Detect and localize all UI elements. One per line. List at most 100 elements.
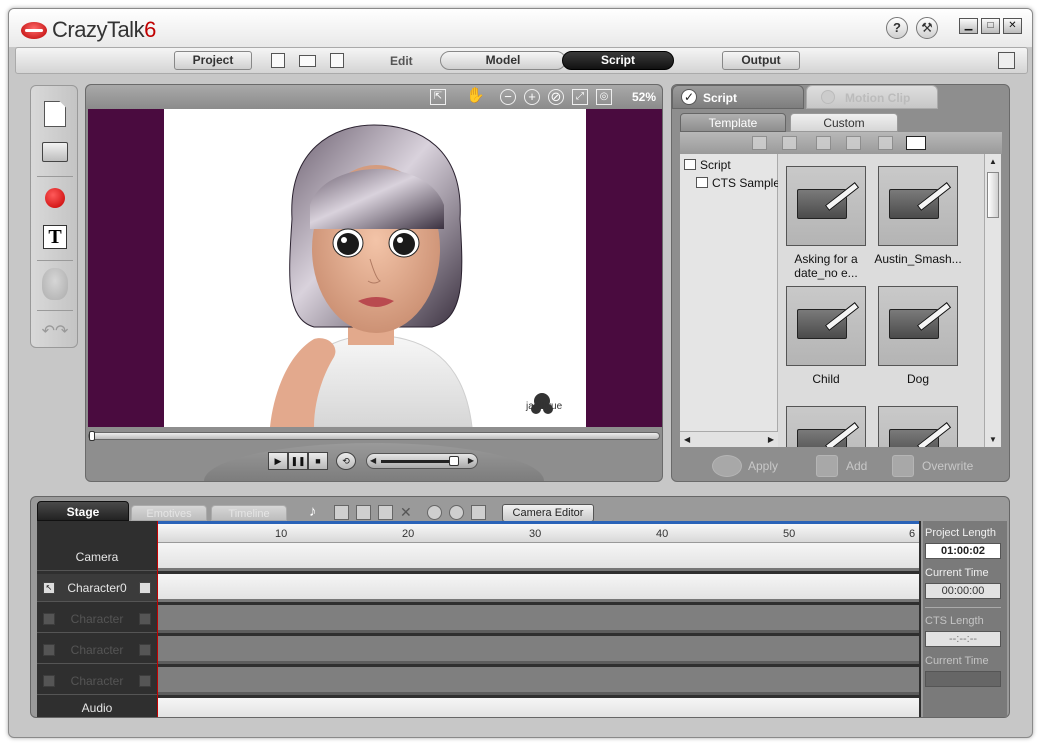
select-arrow-icon bbox=[43, 613, 55, 625]
face-puppet-tool[interactable] bbox=[39, 268, 71, 300]
track-label-character[interactable]: Character bbox=[37, 667, 157, 695]
script-button[interactable]: Script bbox=[562, 51, 674, 70]
tab-emotives[interactable]: Emotives bbox=[131, 505, 207, 521]
view-mode-icon[interactable] bbox=[906, 136, 926, 150]
music-note-icon[interactable]: ♪ bbox=[309, 504, 324, 520]
timeline-panel: Stage Emotives Timeline ♪ ✕ Camera Edito… bbox=[30, 496, 1010, 718]
scrollbar-thumb[interactable] bbox=[987, 172, 999, 218]
paste-icon[interactable] bbox=[378, 505, 393, 520]
project-button[interactable]: Project bbox=[174, 51, 252, 70]
zoom-fit-icon[interactable] bbox=[471, 505, 486, 520]
title-bar: CrazyTalk6 ? ⚒ ▁ □ ✕ bbox=[9, 9, 1032, 47]
stop-button[interactable]: ■ bbox=[308, 452, 328, 470]
loop-button[interactable]: ⟲ bbox=[336, 452, 356, 470]
help-icon[interactable]: ? bbox=[886, 17, 908, 39]
time-ruler[interactable]: 10 20 30 40 50 6 bbox=[157, 521, 919, 543]
template-thumb[interactable] bbox=[878, 166, 958, 246]
zoom-in-icon[interactable] bbox=[427, 505, 442, 520]
dice-icon[interactable] bbox=[998, 52, 1015, 69]
volume-track bbox=[381, 460, 455, 463]
paste-icon[interactable] bbox=[846, 136, 861, 150]
hand-icon[interactable]: ✋ bbox=[466, 88, 485, 105]
overwrite-button[interactable]: Overwrite bbox=[922, 459, 973, 473]
tree-item-script[interactable]: Script bbox=[684, 156, 731, 174]
template-thumb[interactable] bbox=[786, 406, 866, 447]
volume-handle[interactable] bbox=[449, 456, 459, 466]
tab-stage[interactable]: Stage bbox=[37, 501, 129, 521]
cut-icon[interactable] bbox=[334, 505, 349, 520]
stage-view[interactable]: janillyue bbox=[88, 109, 662, 428]
undo-redo-tool[interactable]: ↶ ↷ bbox=[39, 315, 71, 347]
save-icon[interactable] bbox=[330, 53, 344, 68]
head-icon bbox=[42, 268, 68, 300]
transport-controls: ▶ ❚❚ ■ ⟲ ◀ ▶ bbox=[204, 443, 544, 481]
template-thumb[interactable] bbox=[786, 166, 866, 246]
select-arrow-icon[interactable]: ↖ bbox=[43, 582, 55, 594]
record-tool[interactable] bbox=[39, 182, 71, 214]
delete-icon[interactable] bbox=[878, 136, 893, 150]
delete-icon[interactable]: ✕ bbox=[400, 505, 415, 520]
open-project-tool[interactable] bbox=[39, 136, 71, 168]
subtab-template[interactable]: Template bbox=[680, 113, 786, 132]
timing-info: Project Length 01:00:02 Current Time 00:… bbox=[923, 521, 1007, 717]
tree-scrollbar[interactable]: ◀ ▶ bbox=[680, 431, 778, 447]
track-label-character[interactable]: Character bbox=[37, 636, 157, 664]
mode-bar: Project Edit Model Script Output bbox=[15, 47, 1028, 74]
track-camera[interactable] bbox=[157, 543, 919, 571]
pause-button[interactable]: ❚❚ bbox=[288, 452, 308, 470]
template-thumb[interactable] bbox=[878, 406, 958, 447]
tab-motion-clip[interactable]: Motion Clip bbox=[806, 85, 938, 109]
preview-scrubber[interactable] bbox=[88, 431, 660, 441]
track-audio[interactable] bbox=[157, 698, 919, 717]
copy-icon[interactable] bbox=[356, 505, 371, 520]
app-window: CrazyTalk6 ? ⚒ ▁ □ ✕ Project Edit Model … bbox=[8, 8, 1033, 738]
template-thumb[interactable] bbox=[878, 286, 958, 366]
tab-script[interactable]: ✓ Script bbox=[672, 85, 804, 109]
zoom-out-icon[interactable]: − bbox=[500, 89, 516, 105]
scrubber-handle[interactable] bbox=[89, 431, 95, 441]
play-button[interactable]: ▶ bbox=[268, 452, 288, 470]
zoom-in-icon[interactable]: + bbox=[524, 89, 540, 105]
track-label-character[interactable]: Character bbox=[37, 605, 157, 633]
zoom-level: 52% bbox=[631, 90, 656, 104]
track-label-character0[interactable]: ↖ Character0 bbox=[37, 574, 157, 602]
camera-editor-button[interactable]: Camera Editor bbox=[502, 504, 594, 522]
zoom-out-icon[interactable] bbox=[449, 505, 464, 520]
character-canvas: janillyue bbox=[164, 109, 586, 428]
new-file-icon[interactable] bbox=[271, 53, 285, 68]
actual-size-icon[interactable]: ◎ bbox=[596, 89, 612, 105]
project-length-label: Project Length bbox=[925, 527, 996, 539]
track-option-icon[interactable] bbox=[139, 582, 151, 594]
apply-button[interactable]: Apply bbox=[748, 459, 778, 473]
cut-icon[interactable] bbox=[782, 136, 797, 150]
copy-icon[interactable] bbox=[816, 136, 831, 150]
new-project-tool[interactable] bbox=[39, 98, 71, 130]
tick-label: 6 bbox=[909, 528, 916, 540]
track-option-icon bbox=[139, 644, 151, 656]
tools-icon[interactable]: ⚒ bbox=[916, 17, 938, 39]
tab-timeline[interactable]: Timeline bbox=[211, 505, 287, 521]
text-tool[interactable]: T bbox=[39, 221, 71, 253]
volume-slider[interactable]: ◀ ▶ bbox=[366, 453, 478, 469]
maximize-button[interactable]: □ bbox=[981, 18, 1000, 34]
reset-icon[interactable]: ⊘ bbox=[548, 89, 564, 105]
add-button[interactable]: Add bbox=[846, 459, 867, 473]
subtab-custom[interactable]: Custom bbox=[790, 113, 898, 132]
output-button[interactable]: Output bbox=[722, 51, 800, 70]
folder-icon[interactable] bbox=[752, 136, 767, 150]
fit-view-icon[interactable]: ⇱ bbox=[430, 89, 446, 105]
track-character bbox=[157, 667, 919, 695]
playhead[interactable] bbox=[157, 521, 158, 717]
open-folder-icon[interactable] bbox=[299, 55, 316, 67]
current-time-value[interactable]: 00:00:00 bbox=[925, 583, 1001, 599]
track-label-audio[interactable]: Audio bbox=[37, 698, 157, 718]
track-character0[interactable] bbox=[157, 574, 919, 602]
tree-item-cts-sample[interactable]: CTS Sample bbox=[696, 174, 780, 192]
fit-window-icon[interactable]: ⤢ bbox=[572, 89, 588, 105]
template-scrollbar[interactable]: ▲ ▼ bbox=[984, 154, 1001, 447]
close-button[interactable]: ✕ bbox=[1003, 18, 1022, 34]
minimize-button[interactable]: ▁ bbox=[959, 18, 978, 34]
model-button[interactable]: Model bbox=[440, 51, 566, 70]
template-thumb[interactable] bbox=[786, 286, 866, 366]
track-label-camera[interactable]: Camera bbox=[37, 543, 157, 571]
